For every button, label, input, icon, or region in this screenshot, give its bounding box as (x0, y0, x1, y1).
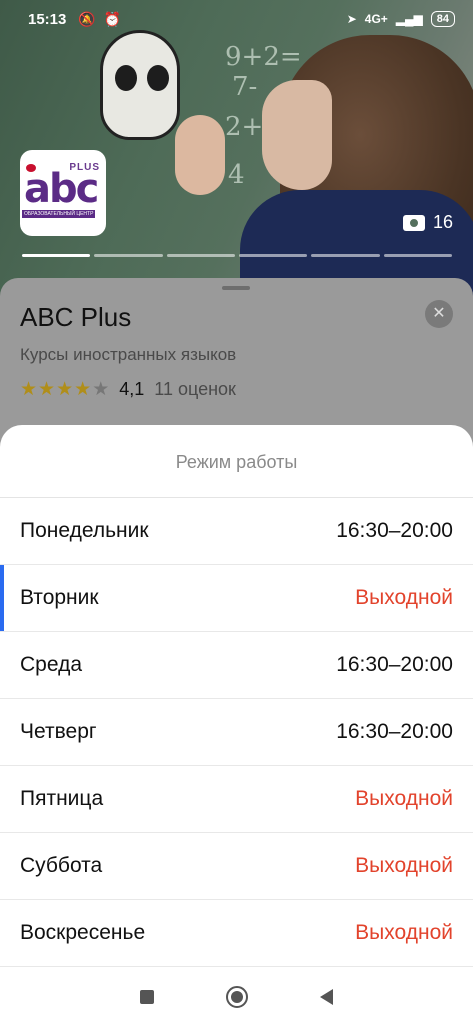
gallery-segment (94, 254, 163, 257)
place-title: ABC Plus (20, 302, 132, 332)
rating-value: 4,1 (119, 379, 145, 399)
gallery-segment (166, 254, 235, 257)
star-icon: ★ (92, 379, 110, 400)
gallery-segment (383, 254, 452, 257)
home-button[interactable] (226, 986, 248, 1008)
battery-icon: 84 (430, 11, 455, 27)
business-logo: PLUS abc ОБРАЗОВАТЕЛЬНЫЙ ЦЕНТР (20, 150, 106, 236)
star-icon: ★ (38, 379, 56, 400)
sheet-title: Режим работы (175, 452, 298, 472)
gallery-progress (22, 254, 452, 257)
photo-person-hand (175, 115, 225, 195)
working-hours-sheet: Режим работы Понедельник 16:30–20:00 Вторн… (0, 425, 473, 970)
day-hours: 16:30–20:00 (336, 720, 453, 743)
star-icon: ★ (20, 379, 38, 400)
day-hours: Выходной (355, 787, 453, 810)
day-hours: Выходной (355, 921, 453, 944)
schedule-row: Четверг 16:30–20:00 (0, 699, 473, 766)
logo-subtitle: ОБРАЗОВАТЕЛЬНЫЙ ЦЕНТР (22, 210, 96, 218)
schedule-row: Среда 16:30–20:00 (0, 632, 473, 699)
screen: 9+2= 2+2 7- 4 PLUS abc ОБРАЗОВАТЕЛЬНЫЙ Ц… (0, 0, 473, 1024)
schedule-row: Суббота Выходной (0, 833, 473, 900)
rating-count: 11 оценок (154, 379, 236, 399)
navigation-bar (0, 970, 473, 1024)
schedule-row: Пятница Выходной (0, 766, 473, 833)
day-name: Пятница (20, 787, 104, 810)
day-name: Вторник (20, 586, 99, 609)
place-category: Курсы иностранных языков (20, 345, 237, 364)
rating-stars: ★ ★ ★ ★ ★ (20, 378, 109, 401)
notifications-off-icon: 🔕 (78, 10, 96, 27)
day-name: Воскресенье (20, 921, 146, 944)
status-bar: 15:13 🔕 ⏰ ➤ 4G+ ▂▄▆ 84 (0, 0, 473, 38)
day-hours: 16:30–20:00 (336, 653, 453, 676)
schedule-row: Понедельник 16:30–20:00 (0, 498, 473, 565)
day-hours: Выходной (355, 586, 453, 609)
close-icon: ✕ (432, 305, 446, 322)
skeleton-figure (100, 30, 180, 140)
day-name: Суббота (20, 854, 103, 877)
network-type: 4G+ (364, 12, 388, 26)
day-hours: 16:30–20:00 (336, 519, 453, 542)
day-hours: Выходной (355, 854, 453, 877)
gallery-segment (238, 254, 308, 257)
gallery-segment (311, 254, 380, 257)
logo-abc-text: abc (24, 166, 99, 212)
close-button[interactable]: ✕ (425, 300, 453, 328)
chalk-text: 7- (232, 72, 258, 102)
signal-icon: ▂▄▆ (395, 12, 423, 26)
location-icon: ➤ (346, 12, 357, 26)
photo-person-face (262, 80, 332, 190)
schedule-row: Воскресенье Выходной (0, 900, 473, 967)
rating[interactable]: ★ ★ ★ ★ ★ 4,1 11 оценок (20, 378, 236, 401)
photo-count[interactable]: 16 (402, 212, 453, 233)
drag-handle[interactable] (222, 286, 250, 290)
place-photo[interactable]: 9+2= 2+2 7- 4 PLUS abc ОБРАЗОВАТЕЛЬНЫЙ Ц… (0, 0, 473, 300)
chalk-text: 4 (228, 160, 245, 190)
day-name: Понедельник (20, 519, 149, 542)
schedule-row: Вторник Выходной (0, 565, 473, 632)
status-time: 15:13 (28, 10, 67, 28)
camera-icon (402, 214, 425, 231)
gallery-segment (22, 254, 91, 257)
status-indicators: ➤ 4G+ ▂▄▆ 84 (347, 11, 455, 27)
day-name: Четверг (20, 720, 97, 743)
chalk-text: 9+2= (225, 42, 302, 72)
alarm-icon: ⏰ (103, 10, 122, 27)
photo-count-value: 16 (432, 212, 453, 232)
recent-apps-button[interactable] (140, 990, 154, 1004)
star-icon: ★ (56, 379, 74, 400)
day-name: Среда (20, 653, 82, 676)
star-icon: ★ (74, 379, 92, 400)
back-button[interactable] (320, 989, 333, 1005)
